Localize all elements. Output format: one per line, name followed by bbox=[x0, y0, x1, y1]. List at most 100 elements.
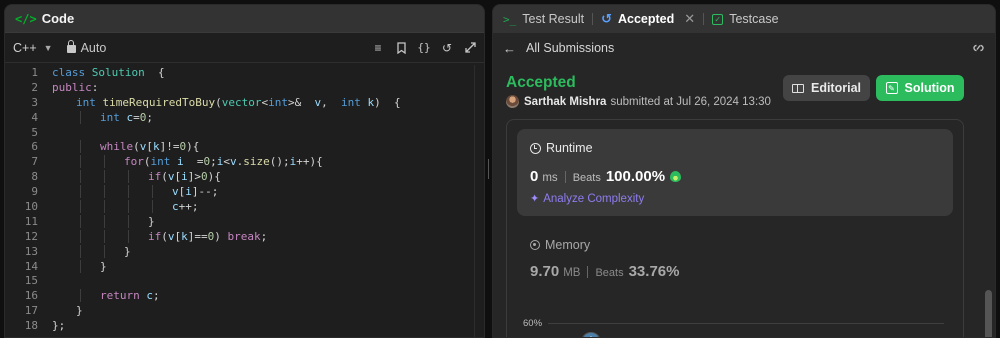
code-token: } bbox=[100, 259, 107, 273]
code-text: } bbox=[38, 259, 107, 273]
indent-guide bbox=[80, 170, 81, 184]
code-token: vector bbox=[221, 95, 262, 109]
editorial-button[interactable]: Editorial bbox=[783, 75, 870, 101]
code-token: int bbox=[100, 110, 127, 124]
solution-button[interactable]: ✎ Solution bbox=[876, 75, 964, 101]
chart-gridline bbox=[548, 323, 944, 324]
indent-guide bbox=[128, 229, 129, 243]
code-token: if bbox=[148, 229, 162, 243]
code-line[interactable]: 4 int c=0; bbox=[5, 110, 474, 125]
line-number: 16 bbox=[24, 289, 38, 303]
code-line[interactable]: 14} bbox=[5, 259, 474, 274]
close-icon[interactable]: ✕ bbox=[684, 11, 695, 27]
line-number: 11 bbox=[24, 214, 38, 228]
language-select[interactable]: C++ ▼ bbox=[13, 41, 53, 55]
code-text: public: bbox=[38, 81, 98, 94]
code-line[interactable]: 1 class Solution { bbox=[5, 65, 474, 80]
results-scrollbar[interactable] bbox=[985, 67, 992, 337]
beats-label: Beats bbox=[572, 172, 601, 184]
runtime-card[interactable]: Runtime 0 ms Beats 100.00% ✦ Analyze Com… bbox=[517, 129, 953, 216]
code-editor[interactable]: 1 class Solution {2 public: 3 int timeRequir… bbox=[5, 65, 474, 337]
tab-test-result[interactable]: >_ Test Result bbox=[503, 12, 584, 26]
code-line[interactable]: 7 for(int i =0;i<v.size();i++){ bbox=[5, 154, 474, 169]
code-line[interactable]: 11} bbox=[5, 214, 474, 229]
code-line[interactable]: 6 while(v[k]!=0){ bbox=[5, 139, 474, 154]
format-icon[interactable]: ≡ bbox=[372, 41, 384, 55]
link-icon[interactable] bbox=[972, 41, 985, 56]
submission-panel: >_ Test Result ↺ Accepted ✕ ✓ Testcase ←… bbox=[492, 4, 996, 338]
indent-guide bbox=[104, 185, 105, 199]
code-text: v[i]--; bbox=[38, 185, 218, 199]
indent-guide bbox=[80, 244, 81, 258]
code-line[interactable]: 15 bbox=[5, 273, 474, 288]
history-icon: ↺ bbox=[601, 11, 612, 26]
indent-guide bbox=[80, 140, 81, 154]
editor-scrollbar[interactable] bbox=[474, 65, 484, 337]
code-token: (); bbox=[269, 155, 290, 169]
code-token: ) { bbox=[374, 95, 401, 109]
braces-icon[interactable]: {} bbox=[417, 41, 430, 54]
code-line[interactable]: 5 bbox=[5, 125, 474, 140]
chevron-down-icon: ▼ bbox=[43, 42, 53, 53]
code-text: for(int i =0;i<v.size();i++){ bbox=[38, 155, 323, 169]
undo-icon[interactable]: ↺ bbox=[441, 41, 453, 55]
code-token: : bbox=[91, 80, 99, 94]
code-line[interactable]: 8 if(v[i]>0){ bbox=[5, 169, 474, 184]
code-token: } bbox=[76, 304, 83, 318]
code-token: ( bbox=[161, 170, 168, 184]
code-token: k bbox=[181, 229, 188, 243]
bookmark-icon[interactable] bbox=[395, 41, 407, 54]
indent-guide bbox=[152, 199, 153, 213]
indent-guide bbox=[80, 289, 81, 303]
all-submissions-link[interactable]: All Submissions bbox=[526, 41, 614, 55]
code-line[interactable]: 2 public: bbox=[5, 80, 474, 95]
code-line[interactable]: 3 int timeRequiredToBuy(vector<int>& v, i… bbox=[5, 95, 474, 110]
code-line[interactable]: 10 c++; bbox=[5, 199, 474, 214]
panel-splitter[interactable] bbox=[486, 4, 491, 338]
code-token: 0 bbox=[201, 170, 208, 184]
code-token: ]== bbox=[187, 229, 208, 243]
auto-mode-toggle[interactable]: Auto bbox=[66, 40, 106, 55]
code-text: int timeRequiredToBuy(vector<int>& v, in… bbox=[38, 96, 401, 109]
code-token: ]!= bbox=[159, 140, 180, 154]
line-number: 2 bbox=[31, 80, 38, 94]
line-number: 7 bbox=[31, 155, 38, 169]
code-line[interactable]: 12 if(v[k]==0) break; bbox=[5, 229, 474, 244]
line-number: 17 bbox=[24, 304, 38, 318]
indent-guide bbox=[104, 244, 105, 258]
code-token: c bbox=[146, 289, 153, 303]
submission-byline: Sarthak Mishra submitted at Jul 26, 2024… bbox=[506, 95, 771, 108]
memory-title[interactable]: Memory bbox=[530, 238, 590, 252]
expand-icon[interactable] bbox=[464, 42, 476, 54]
analyze-complexity-link[interactable]: ✦ Analyze Complexity bbox=[530, 192, 644, 206]
code-line[interactable]: 16 return c; bbox=[5, 288, 474, 303]
code-line[interactable]: 9 v[i]--; bbox=[5, 184, 474, 199]
memory-unit: MB bbox=[563, 267, 581, 279]
editor-toolbar: C++ ▼ Auto ≡ {} ↺ bbox=[5, 33, 484, 63]
runtime-beats-value: 100.00% bbox=[605, 168, 666, 185]
tab-testcase[interactable]: ✓ Testcase bbox=[712, 12, 779, 26]
code-token: for bbox=[124, 155, 144, 169]
code-token: v bbox=[167, 229, 175, 243]
runtime-metrics: 0 ms Beats 100.00% bbox=[530, 168, 682, 185]
avatar[interactable] bbox=[506, 95, 519, 108]
author-name[interactable]: Sarthak Mishra bbox=[524, 96, 606, 108]
code-token: public bbox=[52, 80, 92, 94]
code-token: }; bbox=[52, 319, 66, 333]
code-line[interactable]: 18}; bbox=[5, 318, 474, 333]
tab-accepted[interactable]: ↺ Accepted ✕ bbox=[601, 11, 695, 27]
code-token: , bbox=[321, 95, 341, 109]
lock-icon bbox=[66, 40, 76, 53]
indent-guide bbox=[80, 110, 81, 124]
code-token: k bbox=[153, 140, 160, 154]
line-number: 4 bbox=[31, 110, 38, 124]
solution-label: Solution bbox=[904, 81, 955, 95]
back-arrow-icon[interactable]: ← bbox=[503, 41, 516, 56]
line-number: 15 bbox=[24, 274, 38, 288]
tab-label: Accepted bbox=[618, 12, 675, 26]
indent-guide bbox=[104, 199, 105, 213]
code-line[interactable]: 17} bbox=[5, 303, 474, 318]
code-panel-title: Code bbox=[41, 11, 75, 26]
code-line[interactable]: 13} bbox=[5, 244, 474, 259]
code-token: i bbox=[177, 155, 184, 169]
